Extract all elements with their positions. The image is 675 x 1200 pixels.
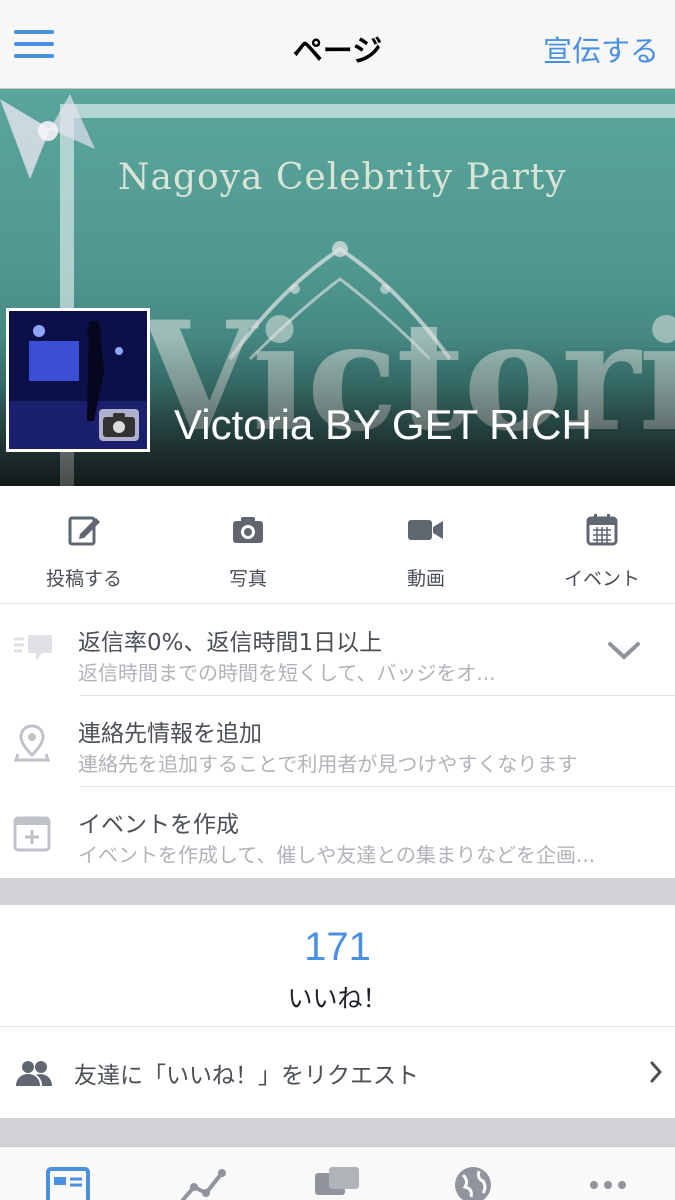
- response-rate-subtitle: 返信時間までの時間を短くして、バッジをオ...: [78, 661, 496, 685]
- messages-icon: [314, 1167, 359, 1195]
- create-event-title: イベントを作成: [78, 812, 239, 838]
- event-label: イベント: [563, 568, 640, 590]
- action-bar: 投稿する 写真 動画 イベント: [0, 486, 675, 604]
- add-contact-subtitle: 連絡先を追加することで利用者が見つけやすくなります: [78, 752, 578, 776]
- tab-globe[interactable]: [405, 1165, 540, 1200]
- cover-banner-title: Nagoya Celebrity Party: [118, 157, 567, 198]
- camera-icon[interactable]: [99, 409, 139, 441]
- video-icon: [408, 520, 443, 540]
- invite-friends-row[interactable]: 友達に「いいね！」をリクエスト: [0, 1028, 675, 1118]
- camera-icon: [233, 517, 263, 543]
- more-icon: [589, 1181, 626, 1189]
- video-button[interactable]: 動画: [342, 486, 510, 604]
- insights-icon: [179, 1169, 226, 1200]
- invite-friends-label: 友達に「いいね！」をリクエスト: [74, 1063, 419, 1089]
- tab-bar: [0, 1146, 675, 1200]
- add-event-icon: [13, 816, 51, 852]
- section-divider-bottom: [0, 1118, 675, 1146]
- video-label: 動画: [406, 568, 445, 590]
- page-name: Victoria BY GET RICH: [174, 401, 592, 448]
- globe-icon: [454, 1167, 491, 1200]
- response-rate-row[interactable]: 返信率0%、返信時間1日以上 返信時間までの時間を短くして、バッジをオ...: [0, 605, 675, 696]
- profile-picture[interactable]: [6, 308, 150, 452]
- add-contact-row[interactable]: 連絡先情報を追加 連絡先を追加することで利用者が見つけやすくなります: [0, 696, 675, 787]
- compose-icon: [68, 516, 100, 546]
- tab-page[interactable]: [0, 1165, 135, 1200]
- likes-label: いいね！: [287, 984, 388, 1013]
- tab-more[interactable]: [540, 1165, 675, 1200]
- tab-insights[interactable]: [135, 1165, 270, 1200]
- message-icon: [14, 635, 52, 661]
- response-rate-title: 返信率0%、返信時間1日以上: [78, 630, 383, 656]
- likes-count: 171: [304, 925, 371, 969]
- chevron-down-icon[interactable]: [607, 641, 641, 661]
- navigation-bar: ページ 宣伝する: [0, 0, 675, 89]
- create-event-subtitle: イベントを作成して、催しや友達との集まりなどを企画...: [78, 843, 596, 867]
- likes-summary[interactable]: 171 いいね！: [0, 905, 675, 1027]
- location-pin-icon: [13, 724, 51, 762]
- promote-button[interactable]: 宣伝する: [543, 28, 659, 70]
- section-divider: [0, 878, 675, 905]
- post-button[interactable]: 投稿する: [0, 486, 168, 604]
- tab-messages[interactable]: [270, 1165, 405, 1200]
- calendar-icon: [586, 514, 618, 546]
- photo-button[interactable]: 写真: [164, 486, 332, 604]
- post-label: 投稿する: [45, 568, 122, 590]
- friends-icon: [16, 1061, 52, 1086]
- create-event-row[interactable]: イベントを作成 イベントを作成して、催しや友達との集まりなどを企画...: [0, 787, 675, 878]
- ribbon-decoration: [0, 94, 95, 179]
- page-icon: [45, 1167, 90, 1200]
- add-contact-title: 連絡先情報を追加: [78, 721, 262, 747]
- event-button[interactable]: イベント: [518, 486, 675, 604]
- photo-label: 写真: [228, 568, 267, 590]
- chevron-right-icon: [650, 1061, 663, 1083]
